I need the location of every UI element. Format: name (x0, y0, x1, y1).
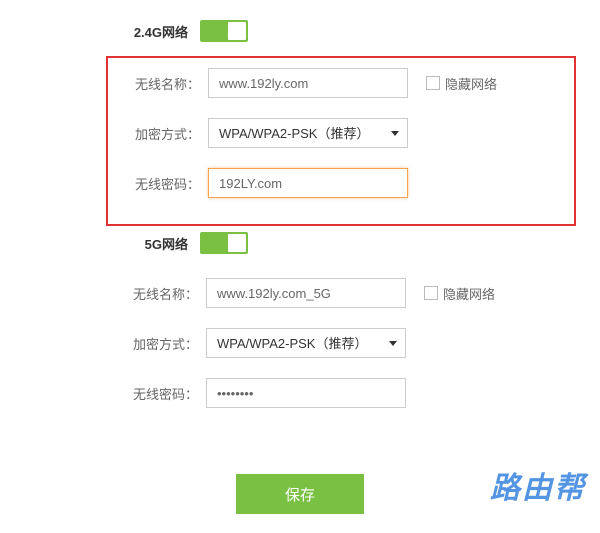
encryption-5g-select[interactable]: WPA/WPA2-PSK（推荐） (206, 328, 406, 358)
band-5g-settings-box: 无线名称： 隐藏网络 加密方式： WPA/WPA2-PSK（推荐） 无线密码： (0, 268, 600, 446)
password-5g-input[interactable] (206, 378, 406, 408)
band-24g-title: 2.4G网络 (0, 22, 200, 41)
ssid-5g-input[interactable] (206, 278, 406, 308)
hide-network-24g-label: 隐藏网络 (445, 74, 497, 93)
hide-network-24g-checkbox[interactable] (426, 76, 440, 90)
save-button[interactable]: 保存 (236, 474, 364, 514)
band-24g-settings-box: 无线名称： 隐藏网络 加密方式： WPA/WPA2-PSK（推荐） 无线密码： (106, 56, 576, 226)
password-5g-label: 无线密码： (124, 384, 206, 403)
password-24g-label: 无线密码： (126, 174, 208, 193)
hide-network-5g-checkbox[interactable] (424, 286, 438, 300)
password-24g-input[interactable] (208, 168, 408, 198)
encryption-5g-label: 加密方式： (124, 334, 206, 353)
band-24g-toggle[interactable] (200, 20, 248, 42)
band-5g-toggle[interactable] (200, 232, 248, 254)
ssid-24g-input[interactable] (208, 68, 408, 98)
band-5g-title: 5G网络 (0, 234, 200, 253)
encryption-24g-label: 加密方式： (126, 124, 208, 143)
encryption-24g-select[interactable]: WPA/WPA2-PSK（推荐） (208, 118, 408, 148)
ssid-5g-label: 无线名称： (124, 284, 206, 303)
hide-network-5g-label: 隐藏网络 (443, 284, 495, 303)
ssid-24g-label: 无线名称： (126, 74, 208, 93)
